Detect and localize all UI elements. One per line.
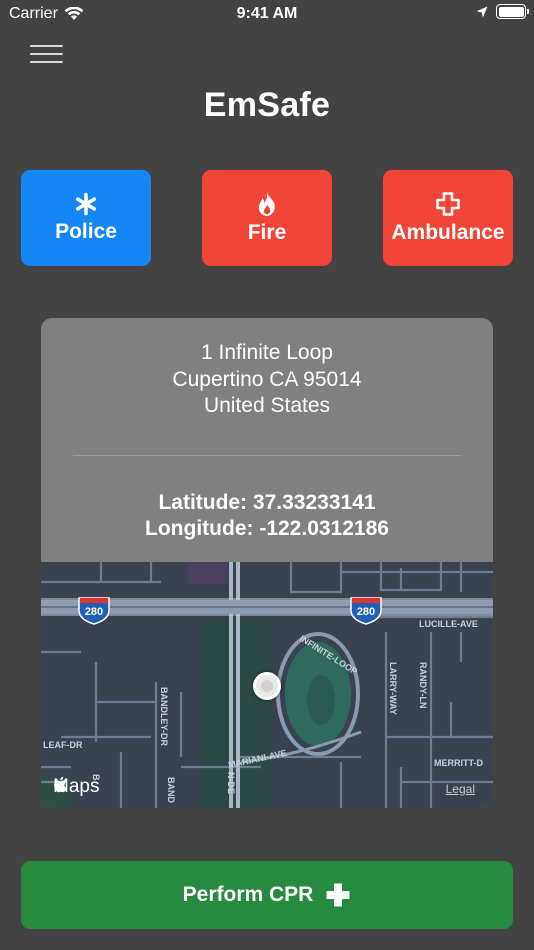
interstate-280-shield: 280: [350, 597, 382, 625]
menu-button[interactable]: [30, 45, 63, 65]
screen: Carrier 9:41 AM EmSafe Police Fire Ambul…: [0, 0, 534, 950]
address-line-3: United States: [203, 394, 331, 417]
location-arrow-icon: [476, 6, 488, 17]
battery-fill: [498, 6, 524, 17]
status-bar: Carrier 9:41 AM: [0, 0, 534, 30]
menu-line: [30, 45, 63, 47]
card-divider: [73, 455, 461, 456]
status-time: 9:41 AM: [236, 5, 298, 22]
street-label-lucille: LUCILLE-AVE: [419, 619, 478, 629]
coordinates-block: Latitude: 37.33233141 Longitude: -122.03…: [41, 490, 493, 542]
interstate-280-shield: 280: [78, 597, 110, 625]
flame-icon: [258, 192, 275, 216]
menu-line: [30, 53, 63, 55]
asterisk-icon: [75, 192, 97, 216]
longitude-text: Longitude: -122.0312186: [145, 517, 389, 540]
location-card: 1 Infinite Loop Cupertino CA 95014 Unite…: [41, 318, 493, 808]
police-label: Police: [55, 220, 117, 243]
street-label-band: BAND: [166, 777, 176, 803]
address-line-1: 1 Infinite Loop: [201, 341, 333, 364]
menu-line: [30, 61, 63, 63]
legal-link[interactable]: Legal: [446, 782, 475, 796]
map-view[interactable]: 280 280 LUCILLE-AVE INFINITE-LOOP LARRY-…: [41, 562, 493, 808]
latitude-text: Latitude: 37.33233141: [158, 491, 376, 514]
street-label-larry-way: LARRY-WAY: [388, 662, 398, 715]
battery-icon: [496, 4, 529, 19]
current-location-marker: [253, 672, 281, 700]
medical-cross-icon: [436, 192, 460, 216]
apple-maps-logo: Maps: [53, 776, 99, 798]
app-title: EmSafe: [203, 86, 331, 124]
map-campus-field: [307, 675, 335, 725]
address-block: 1 Infinite Loop Cupertino CA 95014 Unite…: [41, 340, 493, 420]
street-label-randy-ln: RANDY-LN: [418, 662, 428, 709]
plus-cross-icon: [326, 883, 350, 907]
police-button[interactable]: Police: [21, 170, 151, 266]
street-label-n-de: N-DE: [226, 772, 236, 794]
status-right: [476, 4, 529, 19]
shield-label: 280: [85, 606, 103, 618]
perform-cpr-button[interactable]: Perform CPR: [21, 861, 513, 929]
street-label-leaf-dr: LEAF-DR: [43, 740, 83, 750]
cpr-label: Perform CPR: [182, 883, 314, 906]
apple-logo-icon: [54, 776, 67, 793]
shield-label: 280: [357, 606, 375, 618]
street-label-bandley-dr: BANDLEY-DR: [159, 687, 169, 747]
ambulance-label: Ambulance: [391, 221, 505, 244]
address-line-2: Cupertino CA 95014: [172, 367, 362, 391]
ambulance-button[interactable]: Ambulance: [383, 170, 513, 266]
fire-label: Fire: [247, 221, 287, 244]
map-dark-region: [188, 562, 228, 584]
fire-button[interactable]: Fire: [202, 170, 332, 266]
street-label-merritt: MERRITT-D: [434, 758, 483, 768]
